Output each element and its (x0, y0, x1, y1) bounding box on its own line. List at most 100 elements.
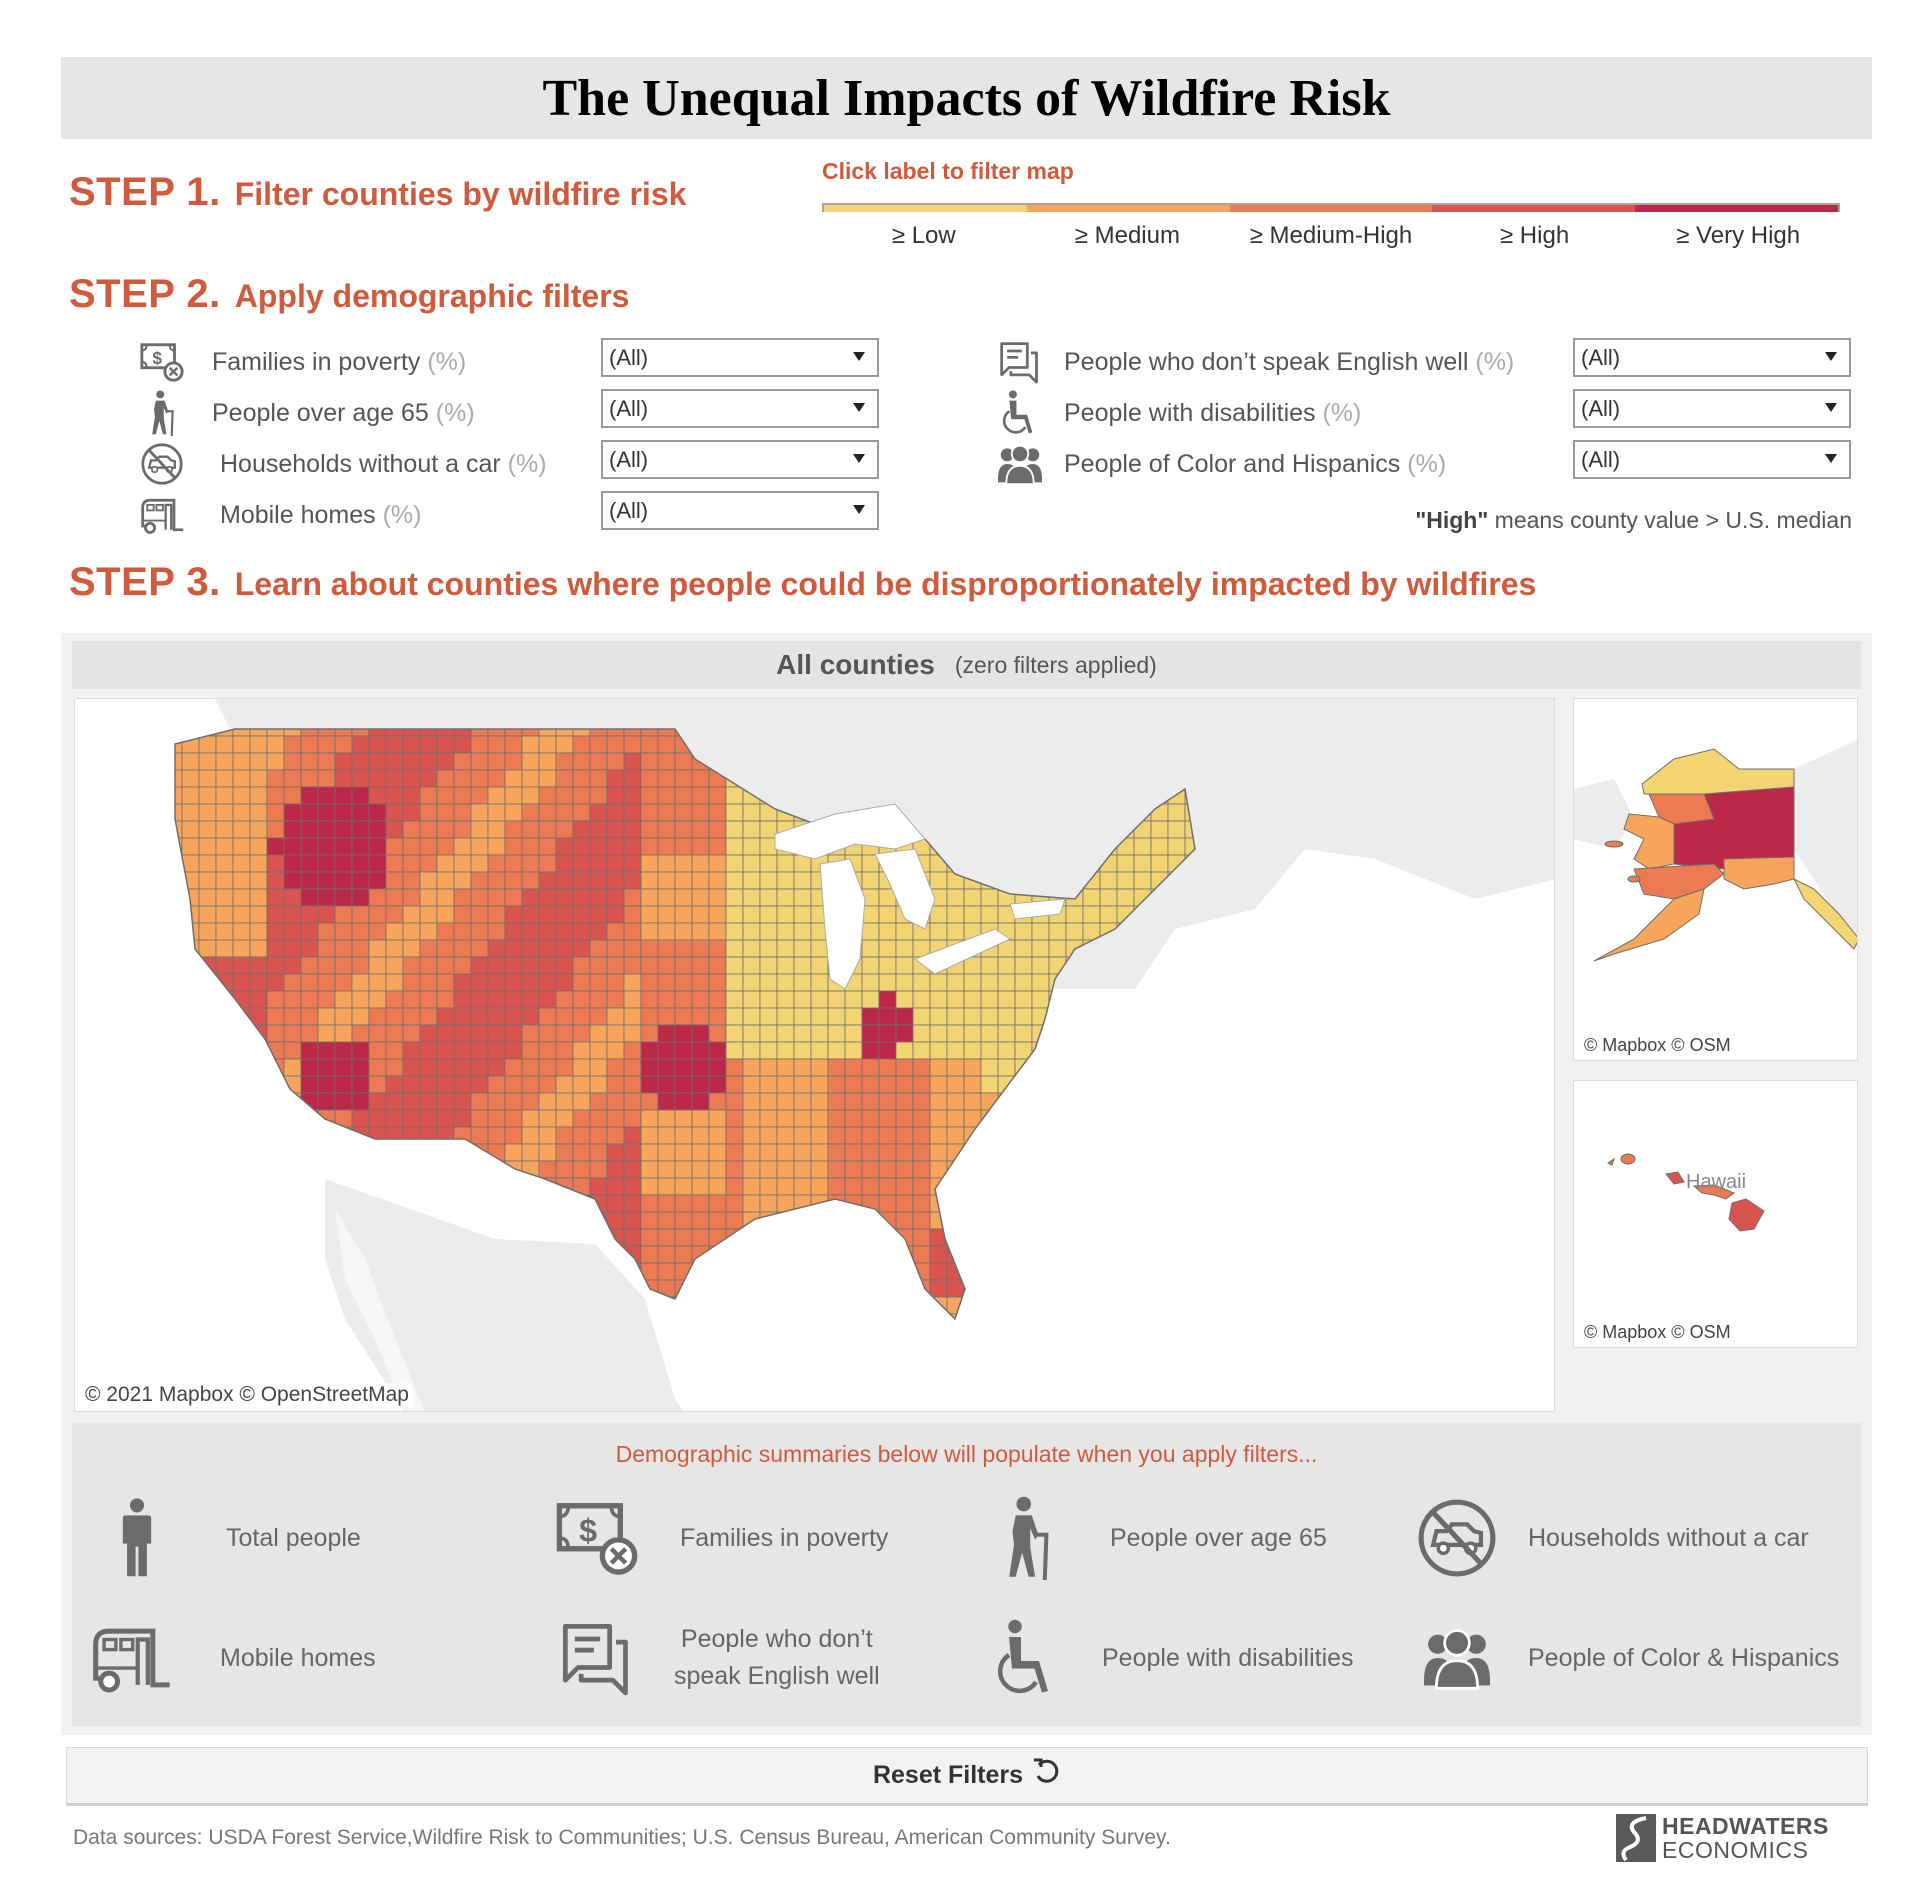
county-cell[interactable] (419, 1075, 438, 1094)
county-cell[interactable] (759, 1194, 778, 1213)
county-cell[interactable] (691, 820, 710, 839)
county-cell[interactable] (538, 752, 557, 771)
county-cell[interactable] (198, 735, 217, 754)
hawaii-map[interactable]: Hawaii © Mapbox © OSM (1573, 1080, 1858, 1348)
county-cell[interactable] (334, 905, 353, 924)
county-cell[interactable] (623, 939, 642, 958)
county-cell[interactable] (895, 1024, 914, 1043)
county-cell[interactable] (844, 990, 863, 1009)
county-cell[interactable] (385, 820, 404, 839)
county-cell[interactable] (334, 888, 353, 907)
county-cell[interactable] (555, 888, 574, 907)
county-cell[interactable] (674, 820, 693, 839)
county-cell[interactable] (606, 1160, 625, 1179)
county-cell[interactable] (708, 1007, 727, 1026)
county-cell[interactable] (810, 939, 829, 958)
county-cell[interactable] (912, 1041, 931, 1060)
county-cell[interactable] (929, 973, 948, 992)
county-cell[interactable] (504, 1041, 523, 1060)
county-cell[interactable] (742, 1024, 761, 1043)
county-cell[interactable] (521, 1109, 540, 1128)
county-cell[interactable] (844, 1177, 863, 1196)
county-cell[interactable] (640, 990, 659, 1009)
county-cell[interactable] (317, 1041, 336, 1060)
county-cell[interactable] (249, 752, 268, 771)
county-cell[interactable] (640, 1041, 659, 1060)
county-cell[interactable] (759, 1075, 778, 1094)
county-cell[interactable] (742, 820, 761, 839)
county-cell[interactable] (657, 1262, 676, 1281)
county-cell[interactable] (572, 888, 591, 907)
county-cell[interactable] (929, 871, 948, 890)
county-cell[interactable] (385, 939, 404, 958)
county-cell[interactable] (300, 854, 319, 873)
county-cell[interactable] (708, 837, 727, 856)
county-cell[interactable] (929, 1024, 948, 1043)
county-cell[interactable] (895, 1041, 914, 1060)
county-cell[interactable] (657, 786, 676, 805)
county-cell[interactable] (657, 1143, 676, 1162)
county-cell[interactable] (946, 1007, 965, 1026)
county-cell[interactable] (538, 990, 557, 1009)
county-cell[interactable] (640, 1126, 659, 1145)
county-cell[interactable] (334, 1024, 353, 1043)
county-cell[interactable] (674, 1058, 693, 1077)
county-cell[interactable] (1133, 854, 1152, 873)
county-cell[interactable] (725, 871, 744, 890)
county-cell[interactable] (402, 1007, 421, 1026)
county-cell[interactable] (419, 820, 438, 839)
county-cell[interactable] (198, 905, 217, 924)
county-cell[interactable] (606, 1092, 625, 1111)
county-cell[interactable] (878, 1194, 897, 1213)
county-cell[interactable] (334, 871, 353, 890)
county-cell[interactable] (623, 1007, 642, 1026)
county-cell[interactable] (589, 752, 608, 771)
county-cell[interactable] (538, 1143, 557, 1162)
county-cell[interactable] (844, 1143, 863, 1162)
county-cell[interactable] (742, 803, 761, 822)
county-cell[interactable] (470, 752, 489, 771)
county-cell[interactable] (249, 990, 268, 1009)
county-cell[interactable] (1014, 939, 1033, 958)
county-cell[interactable] (1014, 922, 1033, 941)
county-cell[interactable] (657, 1177, 676, 1196)
county-cell[interactable] (589, 1041, 608, 1060)
county-cell[interactable] (742, 956, 761, 975)
county-cell[interactable] (1116, 854, 1135, 873)
county-cell[interactable] (368, 990, 387, 1009)
county-cell[interactable] (742, 1092, 761, 1111)
county-cell[interactable] (878, 1058, 897, 1077)
county-cell[interactable] (470, 803, 489, 822)
county-cell[interactable] (623, 1177, 642, 1196)
county-cell[interactable] (572, 1075, 591, 1094)
county-cell[interactable] (300, 769, 319, 788)
county-cell[interactable] (385, 1041, 404, 1060)
county-cell[interactable] (300, 871, 319, 890)
county-cell[interactable] (912, 1058, 931, 1077)
county-cell[interactable] (589, 956, 608, 975)
county-cell[interactable] (181, 786, 200, 805)
county-cell[interactable] (708, 956, 727, 975)
county-cell[interactable] (436, 735, 455, 754)
county-cell[interactable] (453, 973, 472, 992)
county-cell[interactable] (317, 854, 336, 873)
county-cell[interactable] (453, 837, 472, 856)
county-cell[interactable] (300, 1075, 319, 1094)
county-cell[interactable] (895, 1160, 914, 1179)
county-cell[interactable] (351, 1075, 370, 1094)
county-cell[interactable] (980, 956, 999, 975)
county-cell[interactable] (453, 1109, 472, 1128)
county-cell[interactable] (725, 1109, 744, 1128)
county-cell[interactable] (759, 1041, 778, 1060)
county-cell[interactable] (317, 905, 336, 924)
county-cell[interactable] (538, 1024, 557, 1043)
county-cell[interactable] (470, 871, 489, 890)
county-cell[interactable] (249, 956, 268, 975)
county-cell[interactable] (1014, 1024, 1033, 1043)
county-cell[interactable] (691, 786, 710, 805)
county-cell[interactable] (521, 786, 540, 805)
county-cell[interactable] (759, 956, 778, 975)
county-cell[interactable] (402, 939, 421, 958)
county-cell[interactable] (623, 735, 642, 754)
county-cell[interactable] (623, 1109, 642, 1128)
